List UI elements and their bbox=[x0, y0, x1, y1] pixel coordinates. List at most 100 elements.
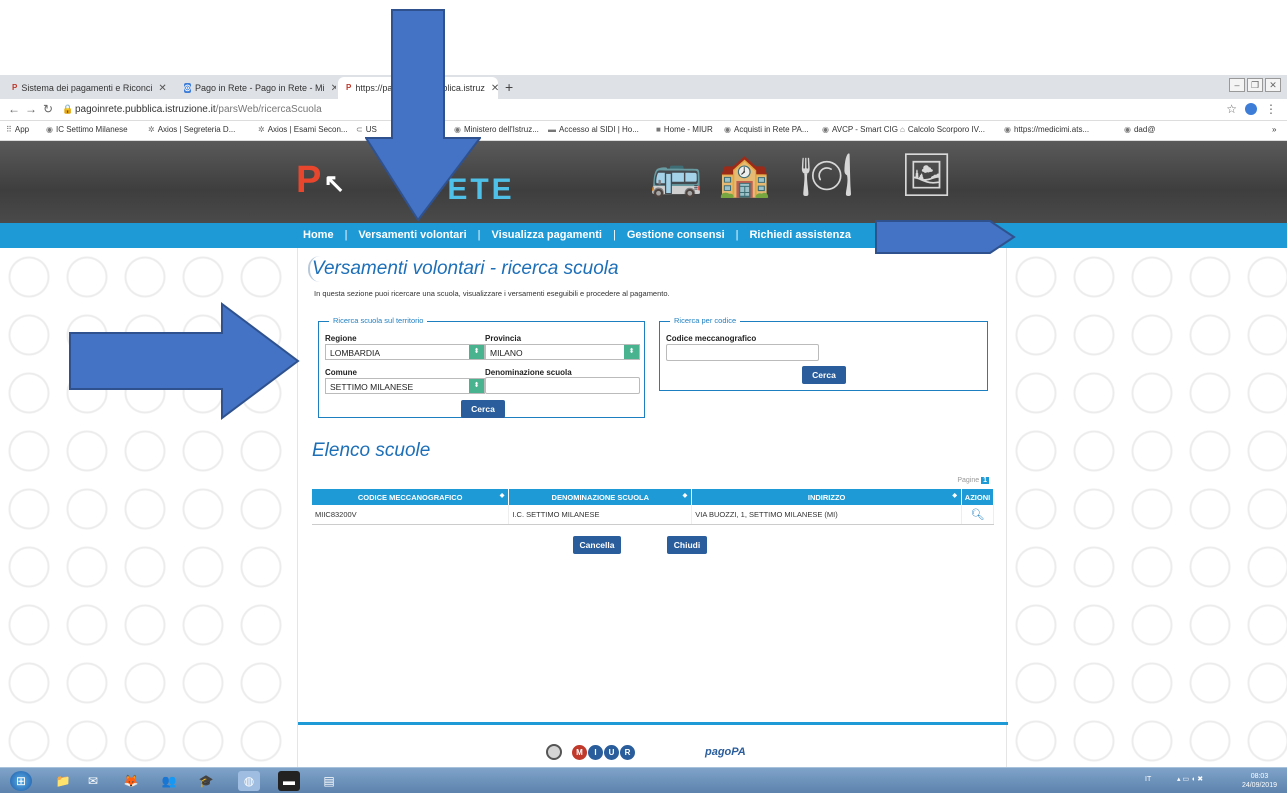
reload-icon[interactable]: ↻ bbox=[43, 102, 53, 116]
bookmarks-more-icon[interactable]: » bbox=[1272, 125, 1276, 134]
clock[interactable]: 08:03 24/09/2019 bbox=[1242, 772, 1277, 790]
bookmark-item[interactable]: ◉ AVCP - Smart CIG bbox=[822, 125, 898, 134]
italian-republic-emblem-icon bbox=[546, 744, 562, 760]
tray-icons[interactable]: ▴ ▭ ◖ ✖ bbox=[1177, 775, 1203, 783]
new-tab-button[interactable]: + bbox=[505, 79, 513, 95]
miur-logo: M I U R bbox=[572, 744, 635, 760]
nav-versamenti-volontari[interactable]: Versamenti volontari bbox=[358, 229, 466, 241]
bookmark-item[interactable]: ◉ https://medicimi.ats... bbox=[1004, 125, 1089, 134]
pagoinrete-logo[interactable]: P↖ bbox=[296, 159, 347, 202]
col-codice[interactable]: CODICE MECCANOGRAFICO ◆ bbox=[312, 489, 510, 505]
sidi-icon: ▬ bbox=[548, 125, 556, 134]
nav-home[interactable]: Home bbox=[303, 229, 334, 241]
pagopa-logo: pagoPA bbox=[705, 746, 746, 758]
start-button-icon[interactable]: ⊞ bbox=[10, 771, 32, 791]
globe-icon: ◉ bbox=[822, 125, 829, 134]
maximize-icon[interactable]: ❐ bbox=[1247, 78, 1263, 92]
code-legend: Ricerca per codice bbox=[670, 316, 741, 325]
bookmark-item[interactable]: ◉ IC Settimo Milanese bbox=[46, 125, 128, 134]
window-app-icon[interactable]: ▤ bbox=[318, 771, 340, 791]
bookmark-item[interactable]: ✲ Axios | Esami Secon... bbox=[258, 125, 348, 134]
main-content: Versamenti volontari - ricerca scuola In… bbox=[297, 248, 1008, 767]
sort-icon: ◆ bbox=[682, 493, 688, 499]
back-icon[interactable]: ← bbox=[8, 102, 20, 116]
close-tab-icon[interactable]: ✕ bbox=[491, 83, 498, 94]
minimize-icon[interactable]: – bbox=[1229, 78, 1245, 92]
provincia-label: Provincia bbox=[485, 334, 522, 343]
nav-richiedi-assistenza[interactable]: Richiedi assistenza bbox=[749, 229, 851, 241]
close-window-icon[interactable]: ✕ bbox=[1265, 78, 1281, 92]
outlook-icon[interactable]: ✉ bbox=[82, 771, 104, 791]
bookmark-item[interactable]: ◉ dad@ bbox=[1124, 125, 1155, 134]
comune-select[interactable]: SETTIMO MILANESE ⬍ bbox=[325, 378, 485, 394]
bookmark-item[interactable]: ▬ Accesso al SIDI | Ho... bbox=[548, 125, 639, 134]
globe-icon: ◉ bbox=[46, 125, 53, 134]
regione-select[interactable]: LOMBARDIA ⬍ bbox=[325, 344, 485, 360]
table-row: MIIC83200V I.C. SETTIMO MILANESE VIA BUO… bbox=[312, 505, 995, 525]
school-icon: 🏫 bbox=[718, 151, 771, 198]
close-tab-icon[interactable]: ✕ bbox=[331, 83, 336, 94]
menu-kebab-icon[interactable]: ⋮ bbox=[1265, 102, 1277, 116]
cursor-icon: ↖ bbox=[323, 168, 348, 198]
col-azioni: AZIONI bbox=[961, 489, 995, 505]
language-indicator[interactable]: IT bbox=[1145, 776, 1151, 783]
sort-icon: ◆ bbox=[952, 493, 957, 499]
home-icon: ⌂ bbox=[900, 125, 905, 134]
pa-icon: P bbox=[346, 83, 352, 92]
profile-avatar[interactable] bbox=[1245, 103, 1257, 115]
bookmark-item[interactable]: ⌂ Calcolo Scorporo IV... bbox=[900, 125, 985, 134]
right-pointer-annotation bbox=[875, 220, 1016, 254]
url-path: /parsWeb/ricercaScuola bbox=[215, 104, 322, 115]
terminal-icon[interactable]: ▬ bbox=[278, 771, 300, 791]
cancel-button[interactable]: Cancella bbox=[573, 536, 621, 554]
nav-visualizza-pagamenti[interactable]: Visualizza pagamenti bbox=[492, 229, 602, 241]
codice-input[interactable] bbox=[666, 344, 819, 361]
close-tab-icon[interactable]: ✕ bbox=[158, 83, 166, 94]
dinner-icon: 🍽 bbox=[800, 151, 854, 198]
col-denominazione[interactable]: DENOMINAZIONE SCUOLA ◆ bbox=[508, 489, 693, 505]
denominazione-input[interactable] bbox=[485, 377, 640, 394]
globe-icon: ◉ bbox=[724, 125, 731, 134]
users-app-icon[interactable]: 👥 bbox=[158, 771, 180, 791]
browser-tab-2[interactable]: ◎ Pago in Rete - Pago in Rete - Mi ✕ bbox=[176, 77, 336, 99]
search-icon[interactable]: 🔍︎ bbox=[961, 505, 995, 525]
page-1-link[interactable]: 1 bbox=[981, 477, 989, 484]
tab-label: Sistema dei pagamenti e Riconci bbox=[21, 83, 153, 93]
bookmark-item[interactable]: ■ Home - MIUR bbox=[656, 125, 713, 134]
url-field[interactable]: pagoinrete.pubblica.istruzione.it/parsWe… bbox=[75, 104, 322, 115]
provincia-select[interactable]: MILANO ⬍ bbox=[485, 344, 640, 360]
territory-search-button[interactable]: Cerca bbox=[461, 400, 505, 418]
lock-icon: 🔒 bbox=[62, 104, 74, 114]
footer-logos: M I U R pagoPA bbox=[546, 744, 746, 760]
bookmark-star-icon[interactable]: ☆ bbox=[1226, 102, 1237, 116]
bookmark-item[interactable]: ✲ Axios | Segreteria D... bbox=[148, 125, 235, 134]
pa-icon: P bbox=[12, 83, 18, 92]
bookmark-apps[interactable]: ⠿ App bbox=[6, 125, 29, 134]
axios-icon: ✲ bbox=[258, 125, 265, 134]
select-arrows-icon: ⬍ bbox=[469, 379, 484, 393]
footer-divider bbox=[298, 722, 1008, 725]
explorer-icon[interactable]: 📁 bbox=[52, 771, 74, 791]
forward-icon[interactable]: → bbox=[25, 102, 37, 116]
site-header: P↖ IN ETE 🚌 🏫 🍽 🖼 bbox=[0, 141, 1287, 223]
scuola-app-icon[interactable]: 🎓 bbox=[195, 771, 217, 791]
museum-icon: 🖼 bbox=[900, 151, 954, 198]
window-controls: – ❐ ✕ bbox=[1229, 78, 1281, 92]
page-title: Versamenti volontari - ricerca scuola bbox=[308, 256, 619, 282]
select-arrows-icon: ⬍ bbox=[469, 345, 484, 359]
main-navigation: Home | Versamenti volontari | Visualizza p… bbox=[0, 223, 1287, 248]
code-search-button[interactable]: Cerca bbox=[802, 366, 846, 384]
list-title: Elenco scuole bbox=[312, 440, 431, 461]
system-tray: IT ▴ ▭ ◖ ✖ 08:03 24/09/2019 bbox=[1137, 768, 1287, 794]
firefox-icon[interactable]: 🦊 bbox=[120, 771, 142, 791]
chrome-icon[interactable]: ◍ bbox=[238, 771, 260, 791]
browser-tab-1[interactable]: P Sistema dei pagamenti e Riconci ✕ bbox=[4, 77, 172, 99]
nav-gestione-consensi[interactable]: Gestione consensi bbox=[627, 229, 725, 241]
col-indirizzo[interactable]: INDIRIZZO ◆ bbox=[691, 489, 962, 505]
blank-top-area bbox=[0, 0, 1287, 75]
close-button[interactable]: Chiudi bbox=[667, 536, 707, 554]
address-bar-row: ← → ↻ 🔒 pagoinrete.pubblica.istruzione.i… bbox=[0, 99, 1287, 121]
bookmark-item[interactable]: ◉ Acquisti in Rete PA... bbox=[724, 125, 809, 134]
pagination: Pagine 1 bbox=[957, 477, 989, 484]
bus-icon: 🚌 bbox=[650, 151, 703, 198]
